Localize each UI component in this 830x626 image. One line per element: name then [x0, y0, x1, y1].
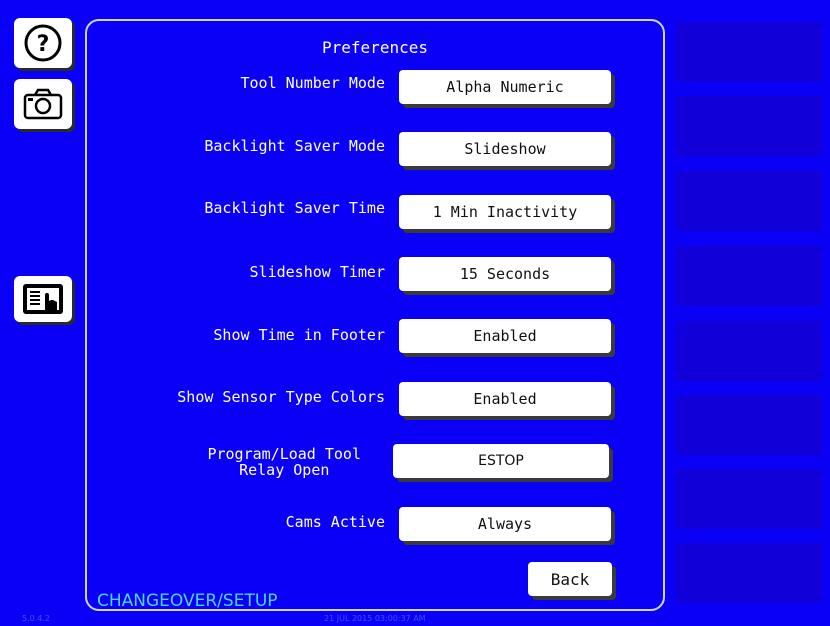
camera-button[interactable]	[14, 79, 72, 129]
program-load-tool-label-line2: Relay Open	[239, 461, 330, 479]
show-time-in-footer-label: Show Time in Footer	[213, 326, 385, 344]
right-slot-1	[676, 22, 822, 82]
slideshow-timer-button[interactable]: 15 Seconds	[399, 257, 611, 291]
program-load-tool-label: Program/Load Tool Relay Open	[207, 446, 361, 478]
version-label: 5.0.4.2	[22, 614, 50, 623]
backlight-saver-time-button[interactable]: 1 Min Inactivity	[399, 195, 611, 229]
cams-active-label: Cams Active	[285, 513, 385, 531]
program-load-tool-label-line1: Program/Load Tool	[207, 445, 361, 463]
preferences-panel: Preferences Tool Number Mode Alpha Numer…	[85, 19, 665, 611]
right-slot-2	[676, 96, 822, 156]
camera-icon	[23, 88, 63, 120]
right-slot-5	[676, 321, 822, 381]
backlight-saver-time-label: Backlight Saver Time	[204, 199, 385, 217]
svg-text:?: ?	[37, 32, 50, 57]
show-time-in-footer-button[interactable]: Enabled	[399, 319, 611, 353]
right-slot-8	[676, 543, 822, 603]
program-load-tool-button[interactable]: ESTOP	[393, 444, 609, 478]
show-sensor-type-colors-button[interactable]: Enabled	[399, 382, 611, 416]
backlight-saver-mode-label: Backlight Saver Mode	[204, 137, 385, 155]
touch-screen-button[interactable]	[14, 276, 72, 322]
right-slot-4	[676, 246, 822, 306]
backlight-saver-mode-button[interactable]: Slideshow	[399, 132, 611, 166]
question-circle-icon: ?	[24, 24, 62, 62]
footer-datetime: 21 JUL 2015 03:00:37 AM	[324, 614, 426, 623]
section-footer-label: CHANGEOVER/SETUP	[97, 591, 278, 611]
cams-active-button[interactable]: Always	[399, 507, 611, 541]
back-button[interactable]: Back	[528, 562, 612, 596]
tool-number-mode-button[interactable]: Alpha Numeric	[399, 70, 611, 104]
tool-number-mode-label: Tool Number Mode	[240, 74, 386, 92]
right-slot-3	[676, 171, 822, 231]
page-title: Preferences	[322, 38, 428, 57]
show-sensor-type-colors-label: Show Sensor Type Colors	[177, 388, 385, 406]
help-button[interactable]: ?	[14, 18, 72, 68]
right-slot-7	[676, 469, 822, 529]
touch-screen-hand-icon	[23, 284, 63, 314]
right-slot-6	[676, 395, 822, 455]
slideshow-timer-label: Slideshow Timer	[249, 263, 385, 281]
